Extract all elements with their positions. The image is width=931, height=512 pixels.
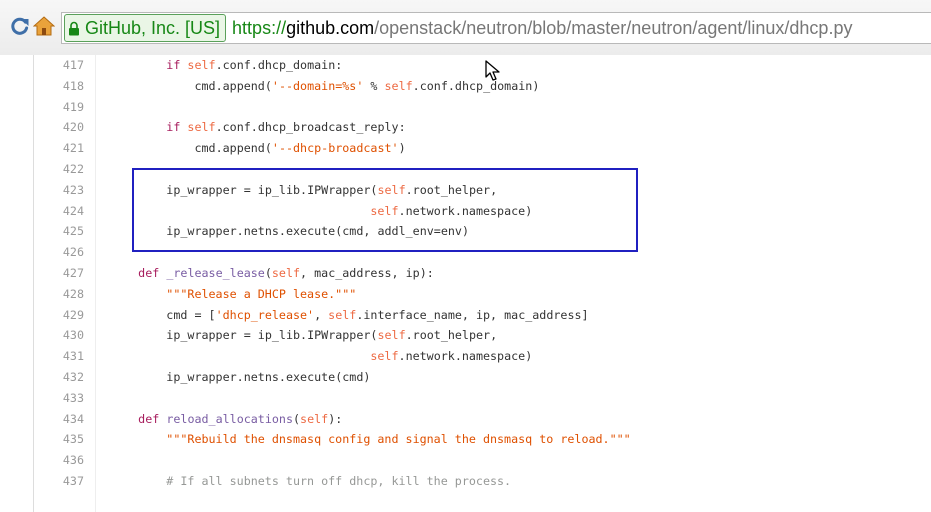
code-line: 428 """Release a DHCP lease.""" xyxy=(34,284,931,305)
line-number[interactable]: 417 xyxy=(34,55,84,76)
line-number[interactable]: 437 xyxy=(34,471,84,492)
code-line: 435 """Rebuild the dnsmasq config and si… xyxy=(34,429,931,450)
code-line-content: self.network.namespace) xyxy=(370,203,533,218)
ev-organization-label: GitHub, Inc. [US] xyxy=(85,17,221,38)
code-line-content: cmd = ['dhcp_release', self.interface_na… xyxy=(166,307,589,322)
code-line-content: if self.conf.dhcp_domain: xyxy=(166,58,343,72)
code-line: 429 cmd = ['dhcp_release', self.interfac… xyxy=(34,305,931,326)
code-line: 421 cmd.append('--dhcp-broadcast') xyxy=(34,138,931,159)
code-view: 417 if self.conf.dhcp_domain: 418 cmd.app… xyxy=(33,55,931,512)
code-line-content: ip_wrapper.netns.execute(cmd, addl_env=e… xyxy=(166,224,469,239)
reload-icon xyxy=(11,17,29,35)
line-number[interactable]: 424 xyxy=(34,201,84,222)
line-number[interactable]: 428 xyxy=(34,284,84,305)
code-line-content: def _release_lease(self, mac_address, ip… xyxy=(138,265,434,280)
line-number[interactable]: 426 xyxy=(34,242,84,263)
code-line-content: ip_wrapper = ip_lib.IPWrapper(self.root_… xyxy=(166,328,498,343)
code-line: 424 self.network.namespace) xyxy=(34,201,931,222)
code-line-content: """Release a DHCP lease.""" xyxy=(166,286,357,301)
code-line: 422 xyxy=(34,159,931,180)
line-number[interactable]: 429 xyxy=(34,305,84,326)
line-number[interactable]: 430 xyxy=(34,325,84,346)
line-number[interactable]: 433 xyxy=(34,388,84,409)
code-line: 430 ip_wrapper = ip_lib.IPWrapper(self.r… xyxy=(34,325,931,346)
mouse-pointer-icon xyxy=(485,60,500,81)
browser-toolbar: GitHub, Inc. [US] https://github.com/ope… xyxy=(0,0,931,55)
line-number[interactable]: 427 xyxy=(34,263,84,284)
line-number[interactable]: 434 xyxy=(34,409,84,430)
code-line: 432 ip_wrapper.netns.execute(cmd) xyxy=(34,367,931,388)
line-number[interactable]: 418 xyxy=(34,76,84,97)
line-number[interactable]: 435 xyxy=(34,429,84,450)
line-number[interactable]: 423 xyxy=(34,180,84,201)
url-host: github.com xyxy=(286,17,375,38)
code-line: 427 def _release_lease(self, mac_address… xyxy=(34,263,931,284)
code-line: 437 # If all subnets turn off dhcp, kill… xyxy=(34,471,931,492)
lock-icon xyxy=(68,21,80,36)
code-line: 434 def reload_allocations(self): xyxy=(34,409,931,430)
line-number[interactable]: 436 xyxy=(34,450,84,471)
code-line-content: # If all subnets turn off dhcp, kill the… xyxy=(166,473,512,488)
code-line: 420 if self.conf.dhcp_broadcast_reply: xyxy=(34,117,931,138)
home-button[interactable] xyxy=(31,13,57,39)
line-number[interactable]: 421 xyxy=(34,138,84,159)
code-line-content: """Rebuild the dnsmasq config and signal… xyxy=(166,432,631,447)
code-line-content: ip_wrapper.netns.execute(cmd) xyxy=(166,369,371,384)
code-line-content: self.network.namespace) xyxy=(370,349,533,364)
code-line: 418 cmd.append('--domain=%s' % self.conf… xyxy=(34,76,931,97)
url-scheme: https:// xyxy=(232,17,287,38)
code-line: 423 ip_wrapper = ip_lib.IPWrapper(self.r… xyxy=(34,180,931,201)
code-line-content: if self.conf.dhcp_broadcast_reply: xyxy=(166,120,406,135)
code-line-content: cmd.append('--domain=%s' % self.conf.dhc… xyxy=(194,78,540,93)
line-number[interactable]: 420 xyxy=(34,117,84,138)
code-line: 436 xyxy=(34,450,931,471)
ev-certificate-badge[interactable]: GitHub, Inc. [US] xyxy=(64,14,227,42)
home-icon xyxy=(33,16,55,36)
line-number[interactable]: 432 xyxy=(34,367,84,388)
code-line: 417 if self.conf.dhcp_domain: xyxy=(34,55,931,76)
code-line-content: cmd.append('--dhcp-broadcast') xyxy=(194,141,406,156)
code-line: 431 self.network.namespace) xyxy=(34,346,931,367)
code-line: 426 xyxy=(34,242,931,263)
line-number[interactable]: 419 xyxy=(34,97,84,118)
code-line: 419 xyxy=(34,97,931,118)
line-number[interactable]: 431 xyxy=(34,346,84,367)
code-line-content: def reload_allocations(self): xyxy=(138,411,343,426)
line-number[interactable]: 422 xyxy=(34,159,84,180)
reload-button[interactable] xyxy=(7,13,33,39)
code-line-content: ip_wrapper = ip_lib.IPWrapper(self.root_… xyxy=(166,182,498,197)
url-path: /openstack/neutron/blob/master/neutron/a… xyxy=(374,17,853,38)
address-bar[interactable]: GitHub, Inc. [US] https://github.com/ope… xyxy=(61,12,931,44)
url-text[interactable]: https://github.com/openstack/neutron/blo… xyxy=(232,18,852,39)
line-number[interactable]: 425 xyxy=(34,221,84,242)
code-line: 425 ip_wrapper.netns.execute(cmd, addl_e… xyxy=(34,221,931,242)
code-line: 433 xyxy=(34,388,931,409)
